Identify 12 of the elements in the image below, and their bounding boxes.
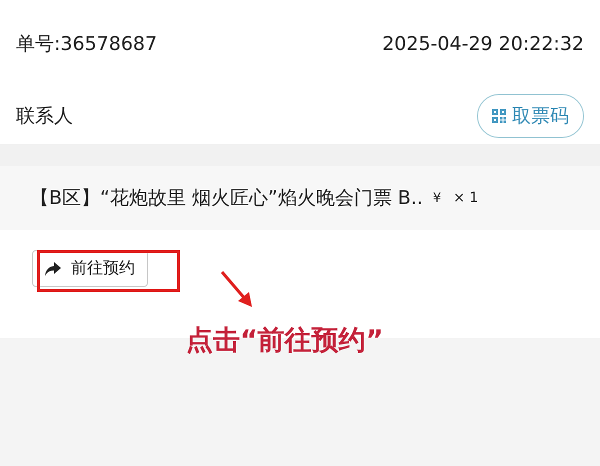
- share-arrow-icon: [45, 262, 61, 276]
- book-button[interactable]: 前往预约: [32, 250, 148, 287]
- order-time: 2025-04-29 20:22:32: [382, 33, 584, 55]
- order-number: 单号:36578687: [16, 32, 158, 57]
- item-quantity: × 1: [453, 190, 478, 206]
- item-title: 【B区】“花炮故里 烟火匠心”焰火晚会门票 B..: [30, 186, 423, 211]
- pointer-arrow: [220, 270, 254, 308]
- contact-label: 联系人: [16, 104, 73, 129]
- item-price: ¥: [432, 190, 442, 206]
- instruction-caption: 点击“前往预约”: [186, 324, 384, 358]
- qr-code-icon: [492, 109, 506, 123]
- ticket-code-button[interactable]: 取票码: [477, 94, 584, 138]
